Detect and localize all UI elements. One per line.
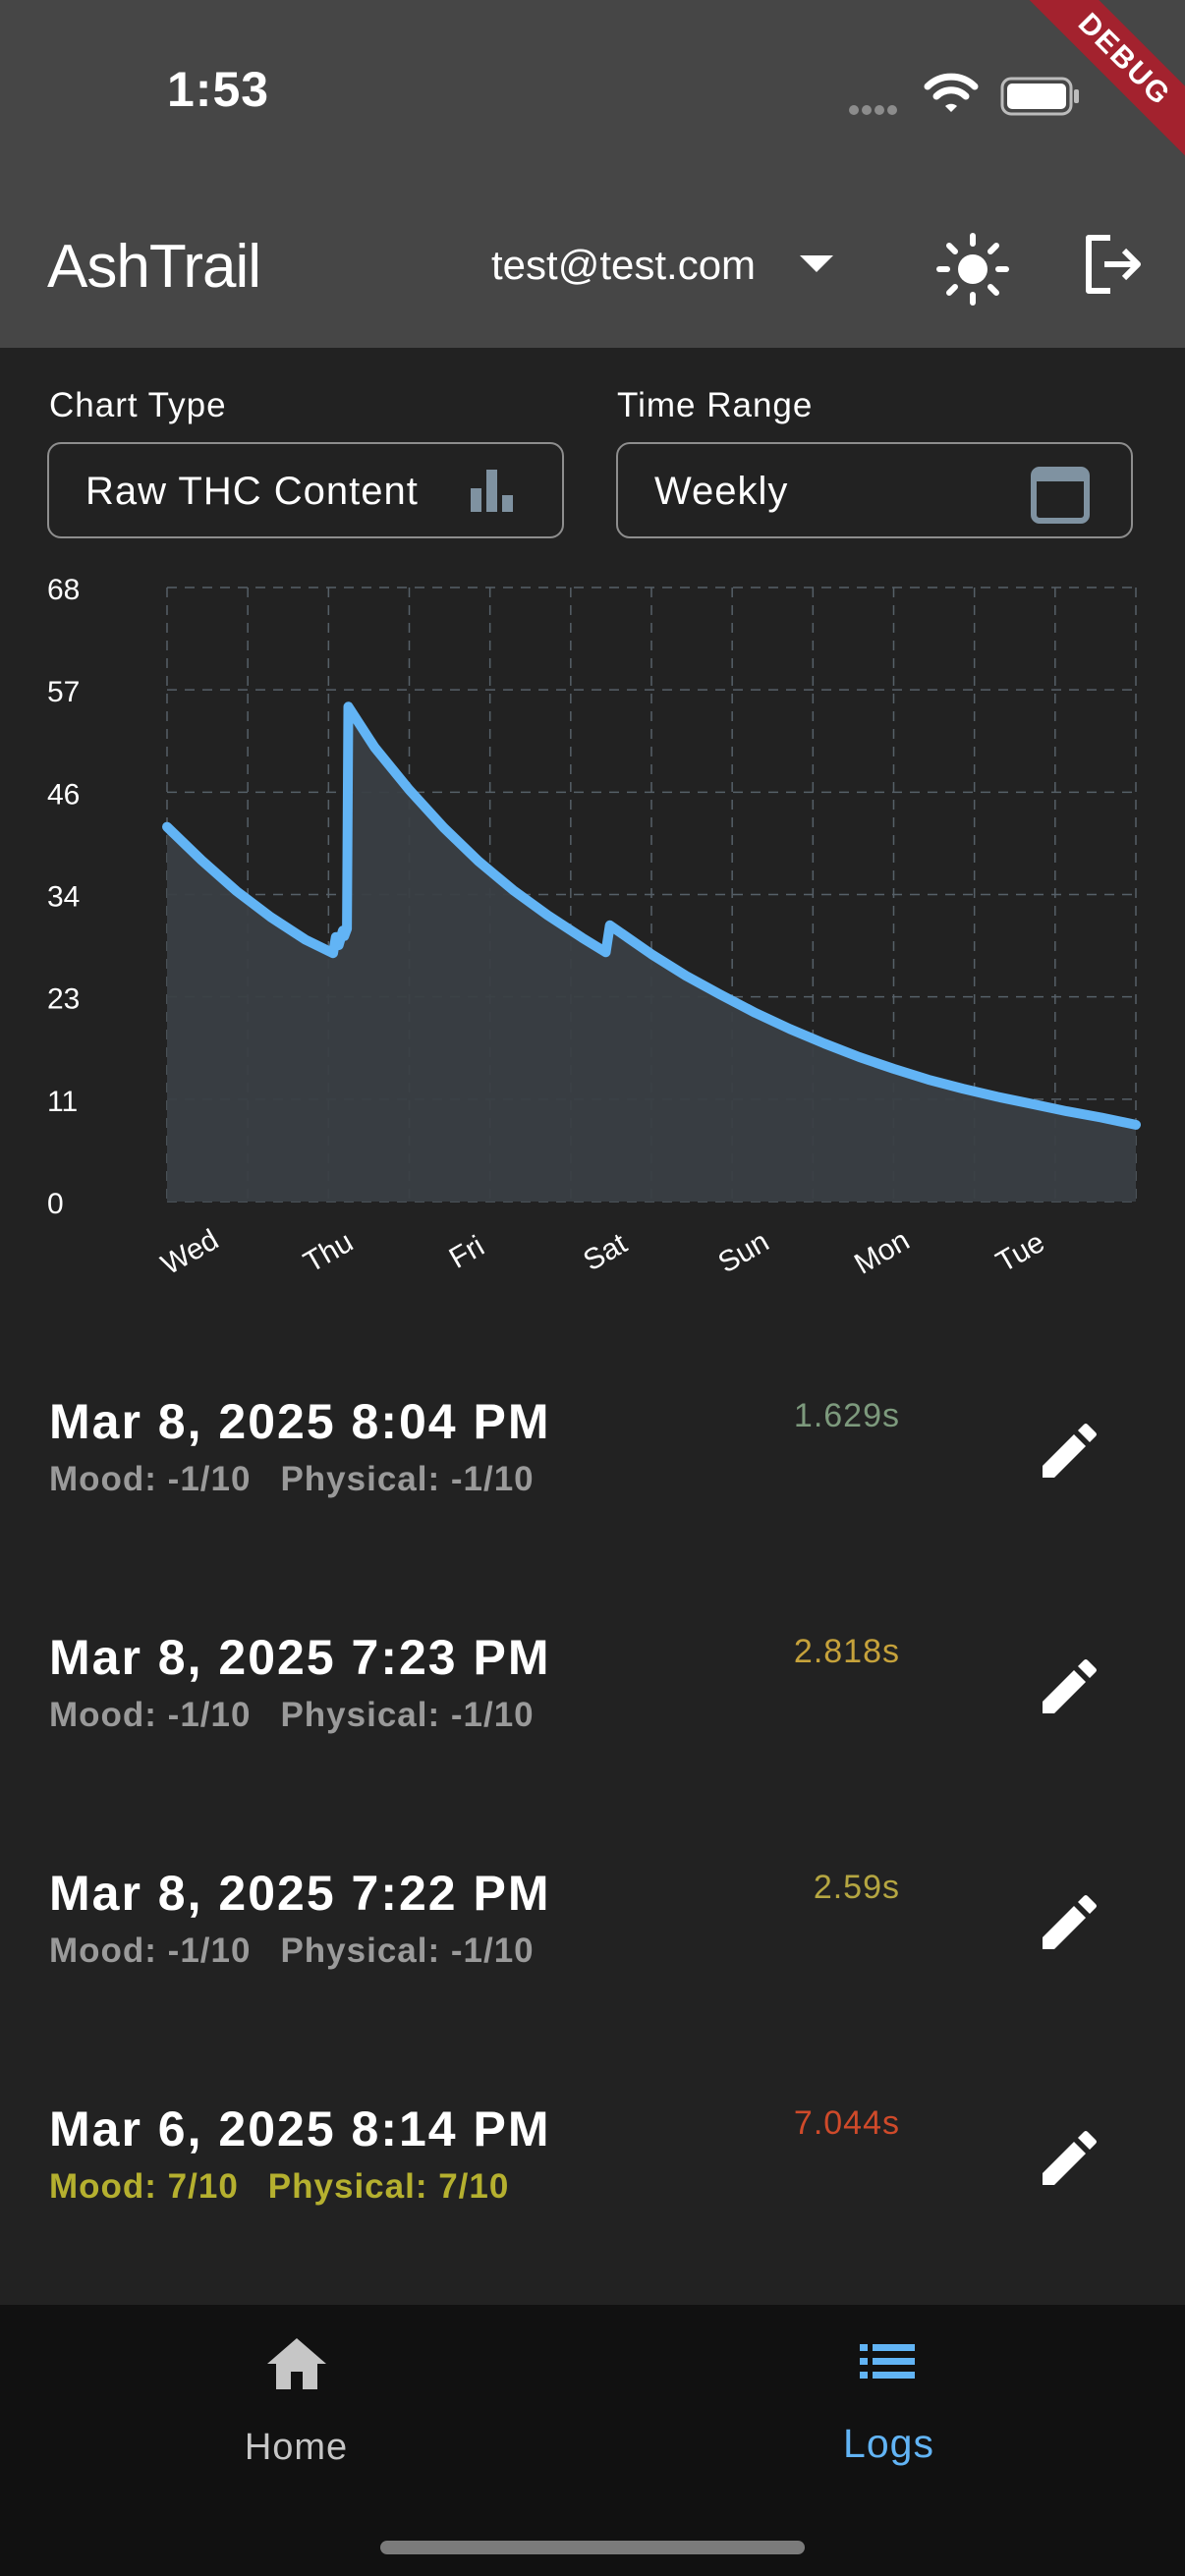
- home-icon: [267, 2338, 326, 2389]
- log-physical: Physical: -1/10: [280, 1460, 535, 1498]
- app-bar: AshTrail test@test.com: [0, 187, 1185, 348]
- nav-home-label: Home: [244, 2427, 349, 2468]
- status-time: 1:53: [167, 62, 270, 117]
- edit-icon[interactable]: [1037, 1892, 1100, 1955]
- y-tick-label: 11: [47, 1086, 78, 1118]
- y-tick-label: 0: [47, 1188, 64, 1220]
- bottom-navigation: Home Logs: [0, 2305, 1185, 2576]
- time-range-dropdown[interactable]: Weekly: [616, 442, 1133, 538]
- home-indicator: [380, 2541, 805, 2554]
- account-selector[interactable]: test@test.com: [491, 242, 756, 289]
- nav-home[interactable]: Home: [0, 2305, 592, 2501]
- chart-type-dropdown[interactable]: Raw THC Content: [47, 442, 564, 538]
- log-physical: Physical: 7/10: [267, 2167, 510, 2206]
- log-meta: Mood: -1/10 Physical: -1/10: [49, 1460, 564, 1499]
- dropdown-arrow-icon[interactable]: [800, 255, 833, 272]
- list-icon: [860, 2344, 915, 2379]
- edit-icon[interactable]: [1037, 2128, 1100, 2191]
- edit-icon[interactable]: [1037, 1656, 1100, 1719]
- chart-type-label: Chart Type: [49, 386, 227, 424]
- log-duration: 2.59s: [813, 1869, 900, 1906]
- log-meta: Mood: -1/10 Physical: -1/10: [49, 1932, 564, 1971]
- y-tick-label: 57: [47, 676, 80, 708]
- y-tick-label: 46: [47, 778, 80, 811]
- log-duration: 1.629s: [793, 1397, 900, 1434]
- x-tick-label: Wed: [156, 1223, 224, 1281]
- theme-toggle-sun-icon[interactable]: [933, 230, 1012, 308]
- log-entry[interactable]: Mar 8, 2025 7:23 PM Mood: -1/10 Physical:…: [0, 1629, 1185, 1825]
- thc-content-chart: 68 57 46 34 23 11 0 Wed Thu Fri Sat Sun Mon Tue: [47, 574, 1141, 1281]
- log-duration: 2.818s: [793, 1633, 900, 1670]
- nav-logs-label: Logs: [843, 2421, 934, 2466]
- calendar-icon: [1031, 467, 1090, 524]
- log-mood: Mood: 7/10: [49, 2167, 239, 2206]
- logout-icon[interactable]: [1081, 232, 1146, 297]
- status-bar: 1:53 DEBUG: [0, 0, 1185, 187]
- debug-banner: DEBUG: [1008, 0, 1185, 177]
- time-range-label: Time Range: [617, 386, 814, 424]
- y-tick-label: 23: [47, 983, 80, 1016]
- time-range-value: Weekly: [654, 470, 789, 513]
- chart-type-value: Raw THC Content: [85, 470, 419, 513]
- log-meta: Mood: 7/10 Physical: 7/10: [49, 2167, 538, 2207]
- nav-logs[interactable]: Logs: [592, 2305, 1185, 2501]
- x-tick-label: Tue: [990, 1226, 1049, 1279]
- x-tick-label: Thu: [299, 1226, 359, 1279]
- log-date: Mar 8, 2025 7:22 PM: [49, 1866, 551, 1921]
- x-tick-label: Fri: [444, 1230, 490, 1275]
- log-entry[interactable]: Mar 6, 2025 8:14 PM Mood: 7/10 Physical: …: [0, 2100, 1185, 2297]
- log-entry[interactable]: Mar 8, 2025 7:22 PM Mood: -1/10 Physical:…: [0, 1865, 1185, 2061]
- log-date: Mar 8, 2025 7:23 PM: [49, 1630, 551, 1685]
- log-meta: Mood: -1/10 Physical: -1/10: [49, 1696, 564, 1735]
- log-mood: Mood: -1/10: [49, 1932, 252, 1970]
- cellular-signal-icon: [849, 102, 900, 120]
- log-entry[interactable]: Mar 8, 2025 8:04 PM Mood: -1/10 Physical:…: [0, 1393, 1185, 1590]
- log-physical: Physical: -1/10: [280, 1696, 535, 1734]
- edit-icon[interactable]: [1037, 1421, 1100, 1484]
- log-physical: Physical: -1/10: [280, 1932, 535, 1970]
- app-title: AshTrail: [47, 233, 261, 301]
- log-date: Mar 6, 2025 8:14 PM: [49, 2101, 551, 2156]
- log-duration: 7.044s: [793, 2104, 900, 2142]
- log-date: Mar 8, 2025 8:04 PM: [49, 1394, 551, 1449]
- log-mood: Mood: -1/10: [49, 1460, 252, 1498]
- y-tick-label: 34: [47, 881, 80, 914]
- y-tick-label: 68: [47, 574, 80, 606]
- bar-chart-icon: [471, 470, 513, 512]
- wifi-icon: [924, 73, 979, 112]
- x-tick-label: Mon: [849, 1224, 915, 1281]
- log-mood: Mood: -1/10: [49, 1696, 252, 1734]
- x-tick-label: Sun: [712, 1225, 774, 1279]
- x-tick-label: Sat: [578, 1227, 633, 1277]
